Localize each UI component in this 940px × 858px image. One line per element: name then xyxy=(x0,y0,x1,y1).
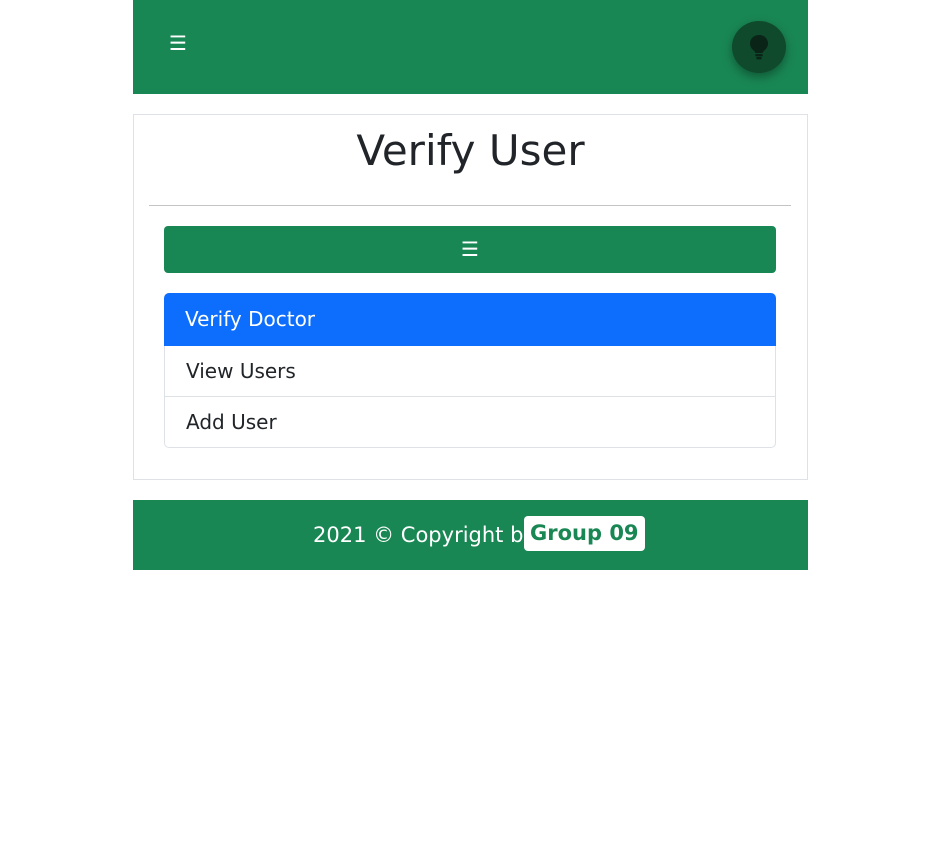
hamburger-icon: ☰ xyxy=(461,237,479,261)
divider xyxy=(149,205,791,206)
menu-item-verify-doctor[interactable]: Verify Doctor xyxy=(164,293,776,346)
top-navbar: ☰ xyxy=(133,0,808,94)
hamburger-menu-icon[interactable]: ☰ xyxy=(169,30,189,56)
page-title: Verify User xyxy=(356,126,585,175)
menu-item-view-users[interactable]: View Users xyxy=(164,346,776,397)
lightbulb-icon xyxy=(750,35,768,60)
verify-user-card: Verify User ☰ Verify Doctor View Users A… xyxy=(133,114,808,480)
theme-toggle-button[interactable] xyxy=(732,21,786,73)
menu-toggle-button[interactable]: ☰ xyxy=(164,226,776,273)
copyright-text: 2021 © Copyright by xyxy=(313,523,536,547)
footer: 2021 © Copyright by Group 09 xyxy=(133,500,808,570)
group-link[interactable]: Group 09 xyxy=(524,516,645,551)
menu-list: Verify Doctor View Users Add User xyxy=(164,293,776,448)
menu-item-add-user[interactable]: Add User xyxy=(164,397,776,448)
